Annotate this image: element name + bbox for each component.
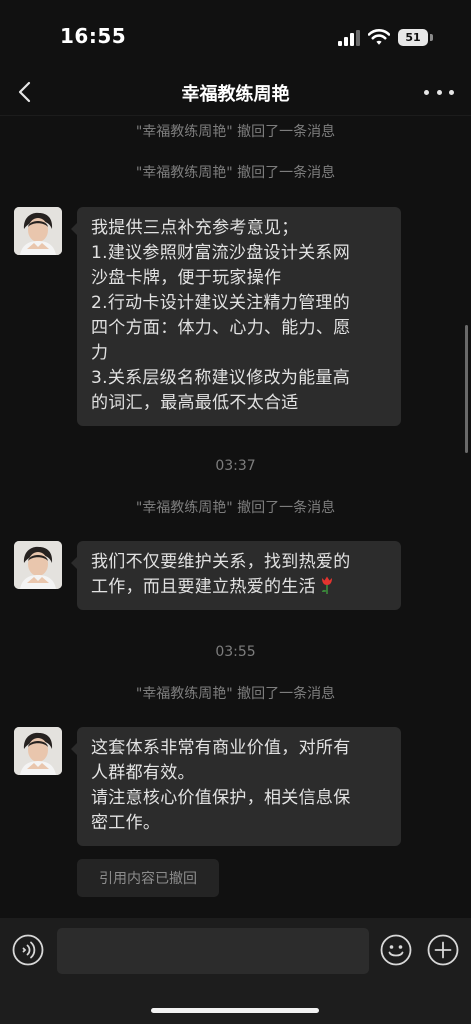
avatar-image — [14, 207, 62, 255]
status-bar: 16:55 51 — [0, 0, 471, 70]
voice-icon[interactable] — [12, 934, 44, 966]
avatar[interactable] — [14, 541, 62, 589]
message-bubble[interactable]: 我们不仅要维护关系，找到热爱的 工作，而且要建立热爱的生活 — [71, 541, 401, 610]
avatar[interactable] — [14, 207, 62, 255]
recall-notice: "幸福教练周艳" 撤回了一条消息 — [135, 686, 336, 702]
recalled-quote[interactable]: 引用内容已撤回 — [77, 859, 219, 897]
avatar-image — [14, 727, 62, 775]
battery-cap — [430, 34, 433, 41]
scrollbar[interactable] — [465, 325, 468, 453]
wifi-icon — [368, 29, 390, 45]
status-time: 16:55 — [60, 24, 127, 48]
avatar-image — [14, 541, 62, 589]
plus-icon[interactable] — [427, 934, 459, 966]
message-input[interactable] — [57, 928, 369, 974]
message-line: 1.建议参照财富流沙盘设计关系网 — [91, 243, 351, 263]
message-line: 的词汇，最高最低不太合适 — [91, 393, 299, 413]
message-line: 请注意核心价值保护，相关信息保 — [91, 788, 351, 808]
emoji-icon[interactable] — [380, 934, 412, 966]
message-line: 沙盘卡牌，便于玩家操作 — [91, 268, 282, 288]
message-line: 工作，而且要建立热爱的生活 — [91, 575, 389, 600]
more-dots-icon[interactable] — [424, 82, 454, 102]
message-line: 这套体系非常有商业价值，对所有 — [91, 738, 351, 758]
recall-notice: "幸福教练周艳" 撤回了一条消息 — [135, 124, 336, 140]
timestamp: 03:37 — [215, 458, 256, 474]
home-indicator — [151, 1008, 319, 1013]
signal-icon — [338, 30, 360, 46]
battery-icon: 51 — [398, 29, 428, 46]
input-bar — [0, 918, 471, 1024]
message-line: 人群都有效。 — [91, 763, 195, 783]
recall-notice: "幸福教练周艳" 撤回了一条消息 — [135, 165, 336, 181]
chat-title: 幸福教练周艳 — [181, 84, 290, 105]
message-line: 四个方面：体力、心力、能力、愿 — [91, 318, 351, 338]
message-line: 2.行动卡设计建议关注精力管理的 — [91, 293, 351, 313]
message-line: 我提供三点补充参考意见； — [91, 218, 299, 238]
tulip-emoji-icon — [321, 576, 332, 594]
timestamp: 03:55 — [215, 644, 256, 660]
message-text: 工作，而且要建立热爱的生活 — [91, 577, 316, 597]
message-line: 我们不仅要维护关系，找到热爱的 — [91, 552, 351, 572]
recall-notice: "幸福教练周艳" 撤回了一条消息 — [135, 500, 336, 516]
message-bubble[interactable]: 这套体系非常有商业价值，对所有 人群都有效。 请注意核心价值保护，相关信息保 密… — [71, 727, 401, 846]
message-line: 力 — [91, 343, 109, 363]
chat-screen: 16:55 51 幸福教练周艳 "幸福教练周艳" 撤回了一条消息 "幸福教练周艳… — [0, 0, 471, 1024]
message-line: 3.关系层级名称建议修改为能量高 — [91, 368, 351, 388]
message-line: 密工作。 — [91, 813, 161, 833]
message-bubble[interactable]: 我提供三点补充参考意见； 1.建议参照财富流沙盘设计关系网 沙盘卡牌，便于玩家操… — [71, 207, 401, 426]
avatar[interactable] — [14, 727, 62, 775]
nav-bar: 幸福教练周艳 — [0, 70, 471, 116]
